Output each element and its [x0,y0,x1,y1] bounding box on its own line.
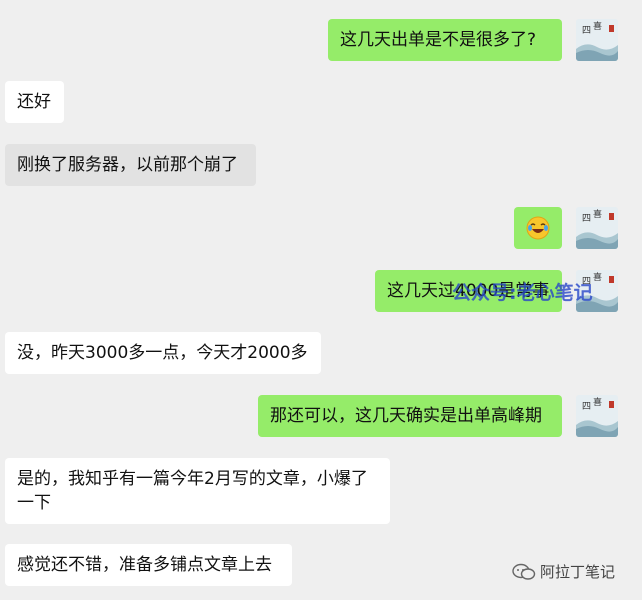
message-bubble[interactable]: 还好 [5,81,64,123]
svg-text:喜: 喜 [593,396,602,408]
message-bubble[interactable]: 那还可以，这几天确实是出单高峰期 [258,395,562,437]
message-row-incoming: 没，昨天3000多一点，今天才2000多 [5,332,321,374]
message-row-incoming: 还好 [5,81,64,123]
avatar-image: 四 喜 [576,207,618,249]
svg-text:喜: 喜 [593,20,602,32]
avatar[interactable]: 四 喜 [576,395,618,437]
message-text: 刚换了服务器，以前那个崩了 [17,155,238,175]
message-text: 那还可以，这几天确实是出单高峰期 [270,406,542,426]
message-row-outgoing: 这几天出单是不是很多了? 四 喜 [328,19,618,61]
svg-text:四: 四 [582,26,591,36]
message-bubble[interactable]: 是的，我知乎有一篇今年2月写的文章，小爆了一下 [5,458,390,524]
message-bubble[interactable]: 没，昨天3000多一点，今天才2000多 [5,332,321,374]
message-text: 还好 [17,92,51,112]
message-row-incoming: 感觉还不错，准备多铺点文章上去 [5,544,292,586]
message-bubble[interactable] [514,207,562,249]
message-bubble[interactable]: 刚换了服务器，以前那个崩了 [5,144,256,186]
avatar[interactable]: 四 喜 [576,207,618,249]
message-row-incoming: 是的，我知乎有一篇今年2月写的文章，小爆了一下 [5,458,390,524]
message-text: 这几天出单是不是很多了? [340,30,537,50]
message-text: 感觉还不错，准备多铺点文章上去 [17,555,272,575]
svg-text:四: 四 [582,402,591,412]
watermark-overlay: 公众号:老心笔记 [452,282,593,304]
svg-text:喜: 喜 [593,208,602,220]
avatar-image: 四 喜 [576,395,618,437]
wechat-icon [512,563,536,580]
message-text: 没，昨天3000多一点，今天才2000多 [17,343,308,363]
message-row-outgoing: 那还可以，这几天确实是出单高峰期 四 喜 [258,395,618,437]
avatar-image: 四 喜 [576,19,618,61]
svg-text:喜: 喜 [593,271,602,283]
svg-text:四: 四 [582,214,591,224]
message-bubble[interactable]: 感觉还不错，准备多铺点文章上去 [5,544,292,586]
footer-watermark: 阿拉丁笔记 [512,561,615,582]
chat-window: 这几天出单是不是很多了? 四 喜 还好 刚换了服务器，以前那个崩了 四 喜 这几… [0,0,642,600]
message-row-outgoing: 四 喜 [514,207,618,249]
avatar[interactable]: 四 喜 [576,19,618,61]
footer-watermark-text: 阿拉丁笔记 [540,563,616,581]
laughing-crying-emoji-icon [526,216,550,240]
message-bubble[interactable]: 这几天出单是不是很多了? [328,19,562,61]
message-row-incoming: 刚换了服务器，以前那个崩了 [5,144,256,186]
message-text: 是的，我知乎有一篇今年2月写的文章，小爆了一下 [17,469,368,513]
